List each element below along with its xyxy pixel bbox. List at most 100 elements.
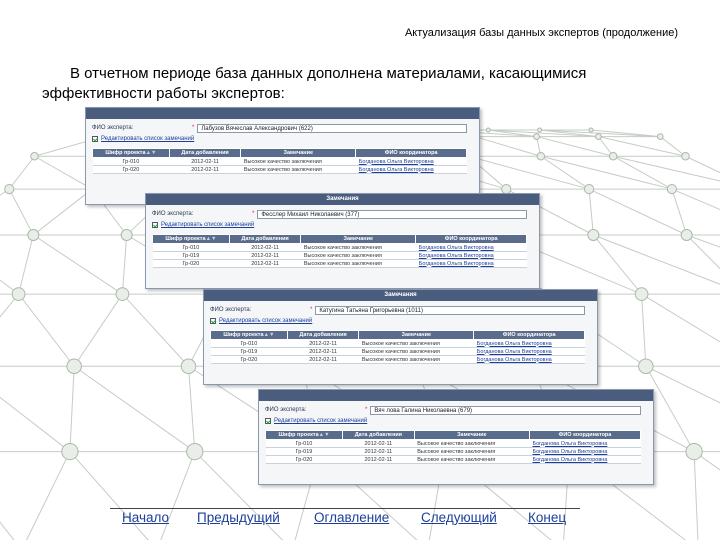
network-link <box>69 366 75 452</box>
network-link <box>685 155 720 174</box>
required-marker: * <box>310 307 313 313</box>
col-header-date[interactable]: Дата добавления <box>168 148 242 158</box>
network-node <box>536 152 546 161</box>
card-header <box>86 108 479 119</box>
edit-remarks-checkbox[interactable] <box>152 222 158 228</box>
col-header-remark[interactable]: Замечание <box>300 234 417 244</box>
expert-name-input[interactable]: Фесслер Михаил Николаевич (377) <box>257 209 527 219</box>
network-link <box>536 136 614 157</box>
network-node <box>583 183 595 195</box>
col-header-date[interactable]: Дата добавления <box>286 330 360 340</box>
edit-remarks-link[interactable]: Редактировать список замечаний <box>274 418 367 424</box>
nav-end-link[interactable]: Конец <box>528 510 566 525</box>
network-link <box>641 293 720 343</box>
expert-remarks-card-3: Замечания ФИО эксперта: * Катугина Татья… <box>203 289 598 385</box>
network-node <box>27 229 40 241</box>
expert-remarks-card-4: ФИО эксперта: * Вяч лова Галина Николаев… <box>258 389 654 485</box>
network-link <box>73 365 196 452</box>
col-header-coordinator[interactable]: ФИО координатора <box>473 330 585 340</box>
network-node <box>634 287 649 301</box>
network-node <box>533 133 540 140</box>
network-link <box>33 188 93 236</box>
table-row: Гр-020 2012-02-11 Высокое качество заклю… <box>265 455 641 464</box>
network-link <box>641 294 647 367</box>
col-header-coordinator[interactable]: ФИО координатора <box>415 234 527 244</box>
edit-remarks-checkbox[interactable] <box>92 136 98 142</box>
network-link <box>0 279 19 295</box>
expert-remarks-card-1: ФИО эксперта: * Лабузов Вячеслав Алексан… <box>85 107 480 205</box>
expert-name-input[interactable]: Катугина Татьяна Григорьевна (1011) <box>315 305 585 315</box>
nav-divider <box>110 508 580 509</box>
network-link <box>18 293 75 367</box>
col-header-project[interactable]: Шифр проекта▲▼ <box>265 430 343 440</box>
network-link <box>540 155 673 190</box>
col-header-remark[interactable]: Замечание <box>358 330 475 340</box>
network-node <box>638 358 654 374</box>
intro-line-2: эффективности работы экспертов: <box>42 85 285 102</box>
table-row: Гр-010 2012-02-11 Высокое качество заклю… <box>92 157 467 166</box>
required-marker: * <box>252 211 255 217</box>
col-header-coordinator[interactable]: ФИО координатора <box>355 148 467 158</box>
network-node <box>61 442 79 461</box>
network-node <box>537 127 543 133</box>
required-marker: * <box>365 407 368 413</box>
col-header-project[interactable]: Шифр проекта▲▼ <box>92 148 170 158</box>
table-row: Гр-019 2012-02-11 Высокое качество заклю… <box>265 447 641 456</box>
nav-prev-link[interactable]: Предыдущий <box>197 510 280 525</box>
remarks-table: Шифр проекта▲▼ Дата добавления Замечание… <box>152 234 527 268</box>
required-marker: * <box>192 125 195 131</box>
network-node <box>485 127 491 133</box>
network-node <box>115 287 130 301</box>
table-row: Гр-020 2012-02-11 Высокое качество заклю… <box>152 259 527 268</box>
edit-remarks-link[interactable]: Редактировать список замечаний <box>161 222 254 228</box>
network-link <box>34 155 93 190</box>
expert-name-input[interactable]: Вяч лова Галина Николаевна (679) <box>370 405 641 415</box>
card-header: Замечания <box>146 194 539 205</box>
col-header-project[interactable]: Шифр проекта▲▼ <box>210 330 288 340</box>
nav-next-link[interactable]: Следующий <box>421 510 497 525</box>
intro-line-1: В отчетном периоде база данных дополнена… <box>70 65 587 82</box>
col-header-date[interactable]: Дата добавления <box>342 430 415 440</box>
expert-name-input[interactable]: Лабузов Вячеслав Александрович (622) <box>197 123 467 133</box>
col-header-remark[interactable]: Замечание <box>413 430 530 440</box>
network-link <box>8 188 34 236</box>
network-link <box>474 136 541 157</box>
network-link <box>73 293 123 367</box>
intro-text: В отчетном периоде база данных дополнена… <box>42 64 682 104</box>
col-header-remark[interactable]: Замечание <box>240 148 357 158</box>
network-node <box>666 183 678 195</box>
network-node <box>680 229 693 241</box>
network-link <box>686 234 720 270</box>
nav-start-link[interactable]: Начало <box>122 510 169 525</box>
nav-contents-link[interactable]: Оглавление <box>314 510 389 525</box>
network-link <box>686 234 720 248</box>
table-row: Гр-020 2012-02-11 Высокое качество заклю… <box>92 165 467 174</box>
network-node <box>608 152 618 161</box>
edit-remarks-link[interactable]: Редактировать список замечаний <box>219 318 312 324</box>
card-header <box>259 390 653 401</box>
edit-remarks-checkbox[interactable] <box>210 318 216 324</box>
network-link <box>613 155 720 182</box>
network-link <box>18 234 34 295</box>
table-row: Гр-019 2012-02-11 Высокое качество заклю… <box>210 347 585 356</box>
edit-remarks-checkbox[interactable] <box>265 418 271 424</box>
col-header-coordinator[interactable]: ФИО координатора <box>528 430 642 440</box>
network-link <box>645 365 720 404</box>
remarks-table: Шифр проекта▲▼ Дата добавления Замечание… <box>265 430 642 464</box>
edit-remarks-link[interactable]: Редактировать список замечаний <box>101 136 194 142</box>
network-node <box>11 287 26 301</box>
slide-navigation: Начало Предыдущий Оглавление Следующий К… <box>0 508 720 528</box>
network-node <box>595 133 602 140</box>
col-header-date[interactable]: Дата добавления <box>228 234 302 244</box>
table-row: Гр-010 2012-02-11 Высокое качество заклю… <box>210 339 585 348</box>
table-row: Гр-019 2012-02-11 Высокое качество заклю… <box>152 251 527 260</box>
col-header-project[interactable]: Шифр проекта▲▼ <box>152 234 230 244</box>
network-node <box>186 442 204 461</box>
remarks-table: Шифр проекта▲▼ Дата добавления Замечание… <box>92 148 467 174</box>
network-node <box>120 229 133 241</box>
network-node <box>66 358 82 374</box>
slide-title: Актуализация базы данных экспертов (прод… <box>404 27 678 39</box>
network-link <box>588 188 687 236</box>
table-row: Гр-010 2012-02-11 Высокое качество заклю… <box>265 439 641 448</box>
table-row: Гр-020 2012-02-11 Высокое качество заклю… <box>210 355 585 364</box>
